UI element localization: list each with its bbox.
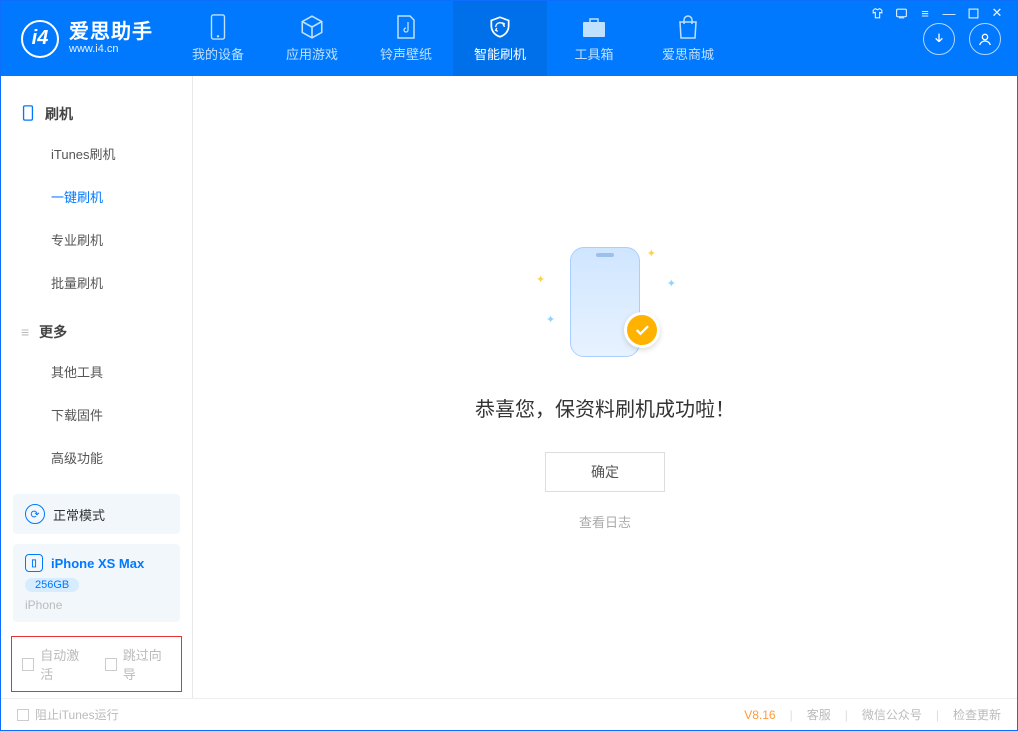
section-title: 更多 <box>39 322 67 342</box>
content-area: ✦ ✦ ✦ ✦ 恭喜您，保资料刷机成功啦！ 确定 查看日志 <box>193 76 1017 698</box>
account-button[interactable] <box>969 23 1001 55</box>
skin-icon[interactable] <box>870 6 884 20</box>
menu-icon[interactable]: ≡ <box>918 6 932 20</box>
app-title: 爱思助手 <box>69 21 153 43</box>
list-icon: ≡ <box>21 324 29 340</box>
checkbox-block-itunes[interactable]: 阻止iTunes运行 <box>17 706 119 723</box>
mode-chip[interactable]: ⟳ 正常模式 <box>13 494 180 534</box>
status-bar: 阻止iTunes运行 V8.16 | 客服 | 微信公众号 | 检查更新 <box>1 698 1017 730</box>
nav-store[interactable]: 爱思商城 <box>641 1 735 76</box>
nav-label: 智能刷机 <box>474 44 526 63</box>
nav-label: 我的设备 <box>192 44 244 63</box>
sidebar-item-download-fw[interactable]: 下载固件 <box>1 393 192 436</box>
close-icon[interactable]: ✕ <box>990 6 1004 20</box>
app-logo: i4 爱思助手 www.i4.cn <box>1 1 171 76</box>
section-title: 刷机 <box>45 104 73 124</box>
mode-label: 正常模式 <box>53 505 105 524</box>
footer-link-service[interactable]: 客服 <box>807 706 831 723</box>
sidebar-item-itunes-flash[interactable]: iTunes刷机 <box>1 132 192 175</box>
sidebar-section-flash: 刷机 <box>1 96 192 132</box>
device-subline: iPhone <box>25 598 168 612</box>
briefcase-icon <box>581 14 607 40</box>
device-small-icon <box>21 105 35 124</box>
checkbox-label: 阻止iTunes运行 <box>35 706 119 723</box>
nav-flash[interactable]: 智能刷机 <box>453 1 547 76</box>
feedback-icon[interactable] <box>894 6 908 20</box>
device-icon: ▯ <box>25 554 43 572</box>
checkbox-auto-activate[interactable]: 自动激活 <box>22 645 89 683</box>
sidebar-section-more: ≡ 更多 <box>1 314 192 350</box>
checkbox-label: 跳过向导 <box>123 645 171 683</box>
sidebar-item-pro-flash[interactable]: 专业刷机 <box>1 218 192 261</box>
nav-ringtone[interactable]: 铃声壁纸 <box>359 1 453 76</box>
refresh-shield-icon <box>487 14 513 40</box>
sidebar-item-batch-flash[interactable]: 批量刷机 <box>1 261 192 304</box>
footer-link-update[interactable]: 检查更新 <box>953 706 1001 723</box>
options-highlight-box: 自动激活 跳过向导 <box>11 636 182 692</box>
sidebar-item-advanced[interactable]: 高级功能 <box>1 436 192 479</box>
device-name: iPhone XS Max <box>51 556 144 571</box>
nav-toolbox[interactable]: 工具箱 <box>547 1 641 76</box>
success-message: 恭喜您，保资料刷机成功啦！ <box>475 393 735 422</box>
nav-label: 爱思商城 <box>662 44 714 63</box>
success-illustration: ✦ ✦ ✦ ✦ <box>530 243 680 363</box>
download-manager-button[interactable] <box>923 23 955 55</box>
device-card[interactable]: ▯ iPhone XS Max 256GB iPhone <box>13 544 180 622</box>
version-label: V8.16 <box>744 708 775 722</box>
nav-label: 应用游戏 <box>286 44 338 63</box>
checkbox-skip-guide[interactable]: 跳过向导 <box>105 645 172 683</box>
mode-icon: ⟳ <box>25 504 45 524</box>
footer-link-wechat[interactable]: 微信公众号 <box>862 706 922 723</box>
checkbox-label: 自动激活 <box>40 645 88 683</box>
app-subtitle: www.i4.cn <box>69 43 153 55</box>
confirm-button[interactable]: 确定 <box>545 452 665 492</box>
cube-icon <box>299 14 325 40</box>
logo-badge-icon: i4 <box>21 20 59 58</box>
minimize-icon[interactable]: — <box>942 6 956 20</box>
view-log-link[interactable]: 查看日志 <box>579 512 631 531</box>
device-storage-badge: 256GB <box>25 578 79 592</box>
nav-my-device[interactable]: 我的设备 <box>171 1 265 76</box>
nav-label: 铃声壁纸 <box>380 44 432 63</box>
check-badge-icon <box>624 312 660 348</box>
nav-apps[interactable]: 应用游戏 <box>265 1 359 76</box>
phone-icon <box>205 14 231 40</box>
sidebar-item-onekey-flash[interactable]: 一键刷机 <box>1 175 192 218</box>
maximize-icon[interactable] <box>966 6 980 20</box>
music-file-icon <box>393 14 419 40</box>
sidebar-item-other-tools[interactable]: 其他工具 <box>1 350 192 393</box>
sidebar: 刷机 iTunes刷机 一键刷机 专业刷机 批量刷机 ≡ 更多 其他工具 下载固… <box>1 76 193 698</box>
bag-icon <box>675 14 701 40</box>
nav-label: 工具箱 <box>574 44 613 63</box>
